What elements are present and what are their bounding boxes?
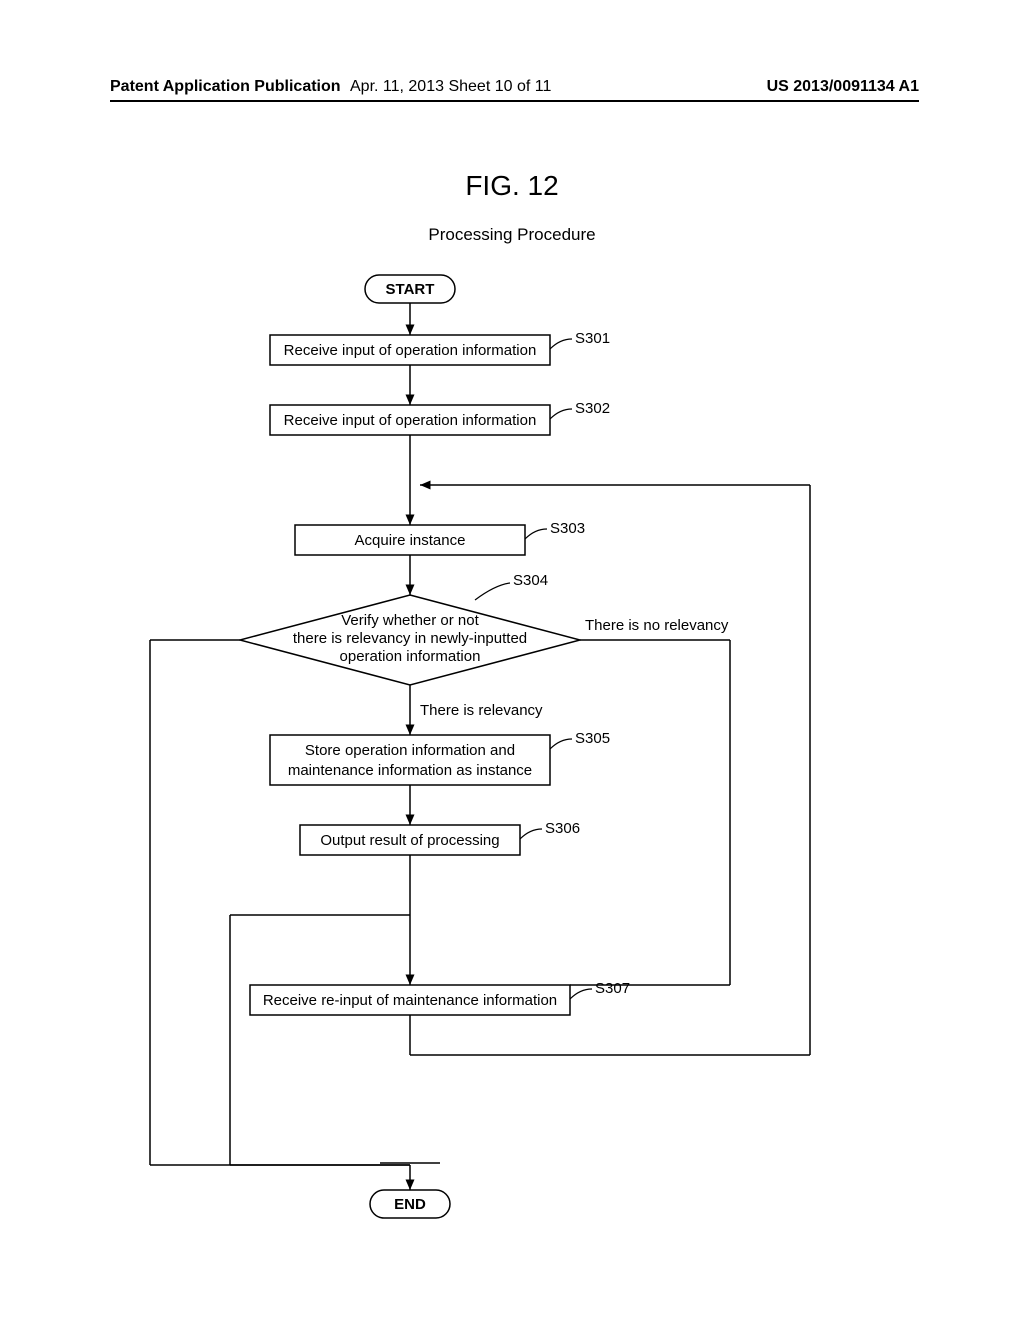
- tag-s307: S307: [595, 980, 630, 997]
- node-s304-line3: operation information: [340, 648, 481, 665]
- label-s304-no: There is no relevancy: [585, 617, 729, 634]
- node-s302-label: Receive input of operation information: [284, 412, 537, 429]
- header-mid: Apr. 11, 2013 Sheet 10 of 11: [350, 78, 551, 96]
- node-s301-label: Receive input of operation information: [284, 342, 537, 359]
- node-s305-line2: maintenance information as instance: [288, 762, 532, 779]
- leader-s306: [520, 829, 542, 839]
- node-s304-line1: Verify whether or not: [341, 612, 479, 629]
- page: Patent Application Publication Apr. 11, …: [0, 0, 1024, 1320]
- leader-s307: [570, 989, 592, 999]
- node-s307-label: Receive re-input of maintenance informat…: [263, 992, 557, 1009]
- label-s304-yes: There is relevancy: [420, 702, 543, 719]
- tag-s305: S305: [575, 730, 610, 747]
- header-rule: [110, 100, 919, 102]
- node-s303-label: Acquire instance: [355, 532, 466, 549]
- node-start: START: [365, 275, 455, 303]
- node-s306: Output result of processing S306: [300, 820, 580, 855]
- figure-subtitle: Processing Procedure: [0, 225, 1024, 245]
- figure-title: FIG. 12: [0, 170, 1024, 202]
- header-right: US 2013/0091134 A1: [767, 78, 919, 96]
- leader-s303: [525, 529, 547, 539]
- tag-s304: S304: [513, 572, 548, 589]
- flowchart: START Receive input of operation informa…: [110, 265, 920, 1225]
- tag-s301: S301: [575, 330, 610, 347]
- leader-s304: [475, 583, 510, 600]
- node-end: END: [370, 1190, 450, 1218]
- node-start-label: START: [386, 281, 435, 298]
- header-left: Patent Application Publication: [110, 78, 341, 96]
- tag-s306: S306: [545, 820, 580, 837]
- node-s304-line2: there is relevancy in newly-inputted: [293, 630, 527, 647]
- node-s301: Receive input of operation information S…: [270, 330, 610, 365]
- node-s305: Store operation information and maintena…: [270, 730, 610, 785]
- leader-s305: [550, 739, 572, 749]
- tag-s302: S302: [575, 400, 610, 417]
- tag-s303: S303: [550, 520, 585, 537]
- node-s303: Acquire instance S303: [295, 520, 585, 555]
- leader-s302: [550, 409, 572, 419]
- node-s302: Receive input of operation information S…: [270, 400, 610, 435]
- node-s306-label: Output result of processing: [320, 832, 499, 849]
- leader-s301: [550, 339, 572, 349]
- node-end-label: END: [394, 1196, 426, 1213]
- node-s305-line1: Store operation information and: [305, 742, 515, 759]
